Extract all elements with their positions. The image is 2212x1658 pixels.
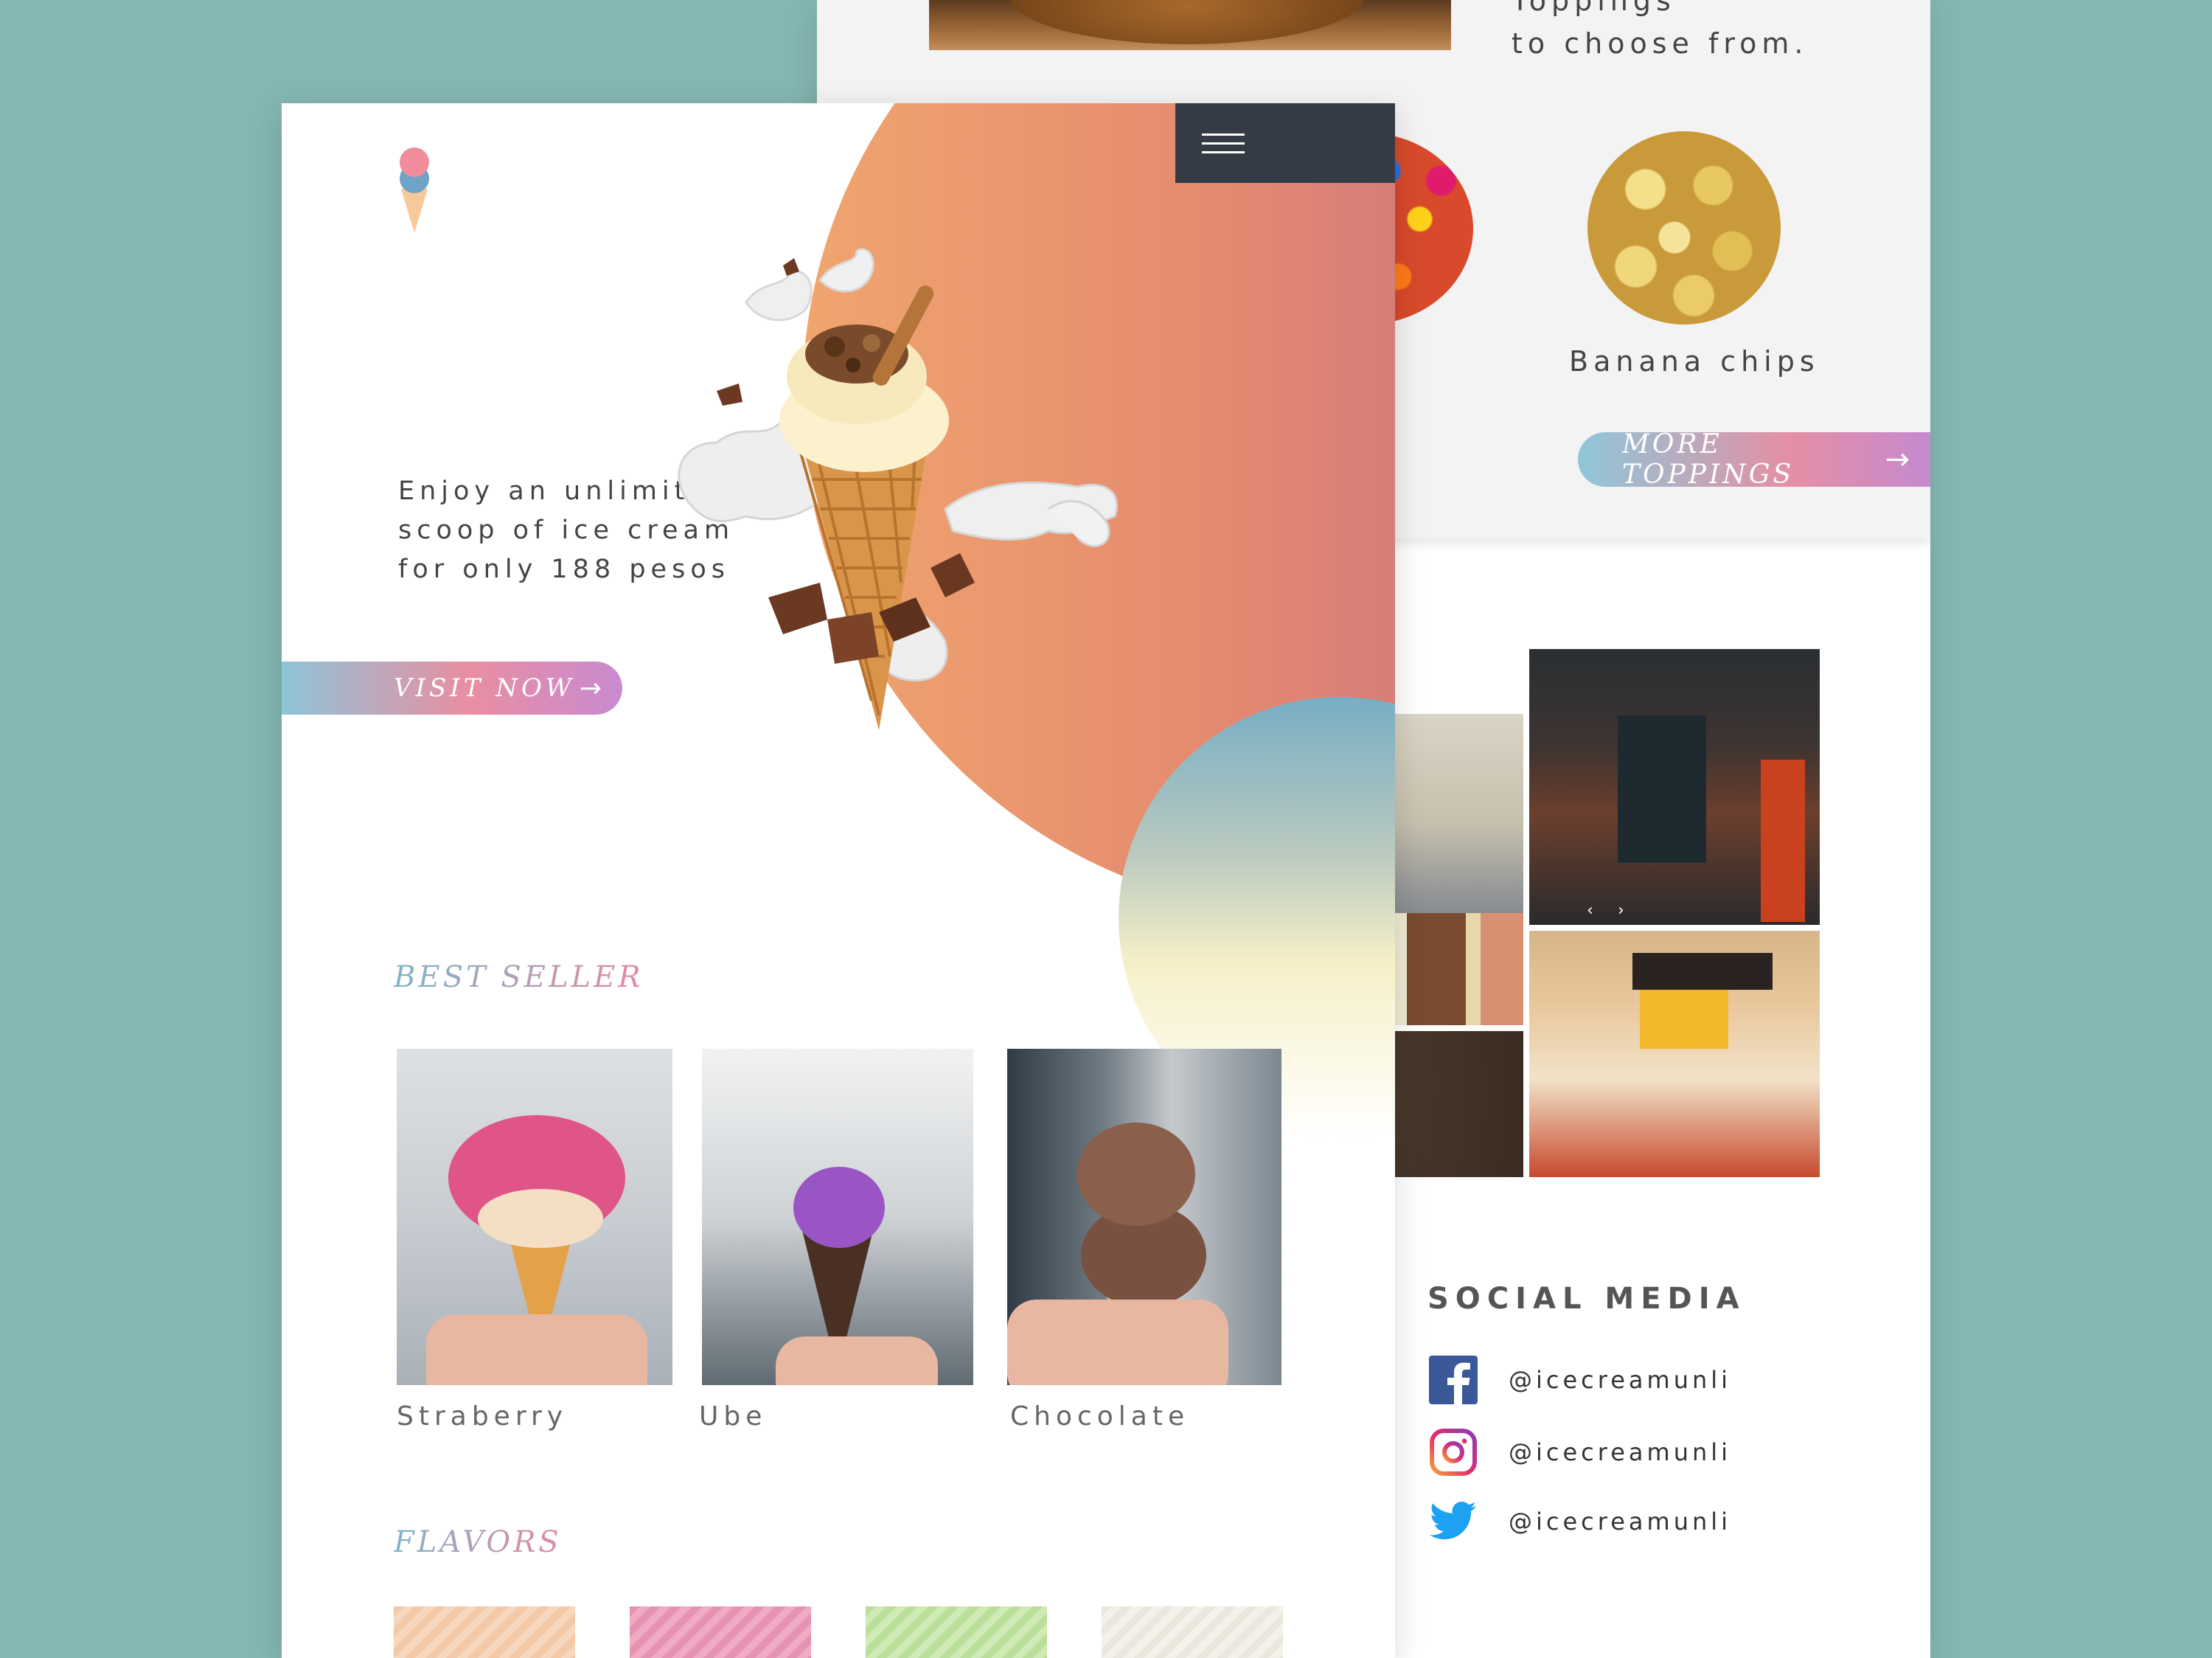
topping-label-banana-chips: Banana chips [1569,345,1820,378]
facebook-icon [1429,1356,1478,1404]
twitter-handle: @icecreamunli [1509,1508,1732,1536]
twitter-icon [1429,1497,1478,1546]
chevron-right-icon[interactable]: › [1618,901,1624,920]
product-name-strawberry: Straberry [397,1401,568,1432]
gallery-photo-storefront[interactable] [1529,649,1820,925]
best-seller-heading: BEST SELLER [394,960,644,994]
social-link-twitter[interactable]: @icecreamunli [1429,1497,1731,1546]
arrow-right-icon: → [1885,443,1910,476]
visit-now-label: VISIT NOW [394,673,575,703]
toppings-intro-line-2: to choose from. [1512,27,1809,60]
facebook-handle: @icecreamunli [1509,1366,1732,1394]
instagram-icon [1429,1428,1478,1477]
instagram-handle: @icecreamunli [1509,1438,1732,1466]
ice-cream-logo[interactable] [398,146,431,235]
visit-now-button[interactable]: VISIT NOW → [282,662,622,715]
product-image-chocolate[interactable] [1007,1049,1281,1385]
home-page: Enjoy an unlimited scoop of ice cream fo… [282,103,1395,1658]
flavor-swatch[interactable] [630,1606,811,1658]
more-toppings-label: MORE TOPPINGS [1622,429,1795,490]
product-image-ube[interactable] [702,1049,973,1385]
arrow-right-icon: → [579,673,602,704]
toppings-intro-line-1: Toppings [1512,0,1676,17]
product-image-strawberry[interactable] [397,1049,672,1385]
flavor-swatch[interactable] [1102,1606,1283,1658]
social-link-facebook[interactable]: @icecreamunli [1429,1356,1731,1404]
more-toppings-button[interactable]: MORE TOPPINGS → [1578,429,1930,490]
flavor-swatch[interactable] [866,1606,1047,1658]
hamburger-icon [1202,127,1245,160]
social-link-instagram[interactable]: @icecreamunli [1429,1428,1731,1477]
chevron-left-icon[interactable]: ‹ [1587,901,1593,920]
menu-button[interactable] [1175,103,1395,183]
topping-photo [929,0,1451,50]
gallery-photo-counter[interactable] [1529,931,1820,1177]
flavor-swatch[interactable] [394,1606,575,1658]
banana-chips-topping-image[interactable] [1587,131,1781,325]
hero-ice-cream-cone-image [636,199,1137,774]
product-name-chocolate: Chocolate [1010,1401,1190,1432]
social-media-heading: SOCIAL MEDIA [1427,1282,1746,1316]
product-name-ube: Ube [699,1401,768,1432]
toppings-intro: Toppings to choose from. [1512,0,1836,65]
flavors-heading: FLAVORS [394,1525,562,1559]
